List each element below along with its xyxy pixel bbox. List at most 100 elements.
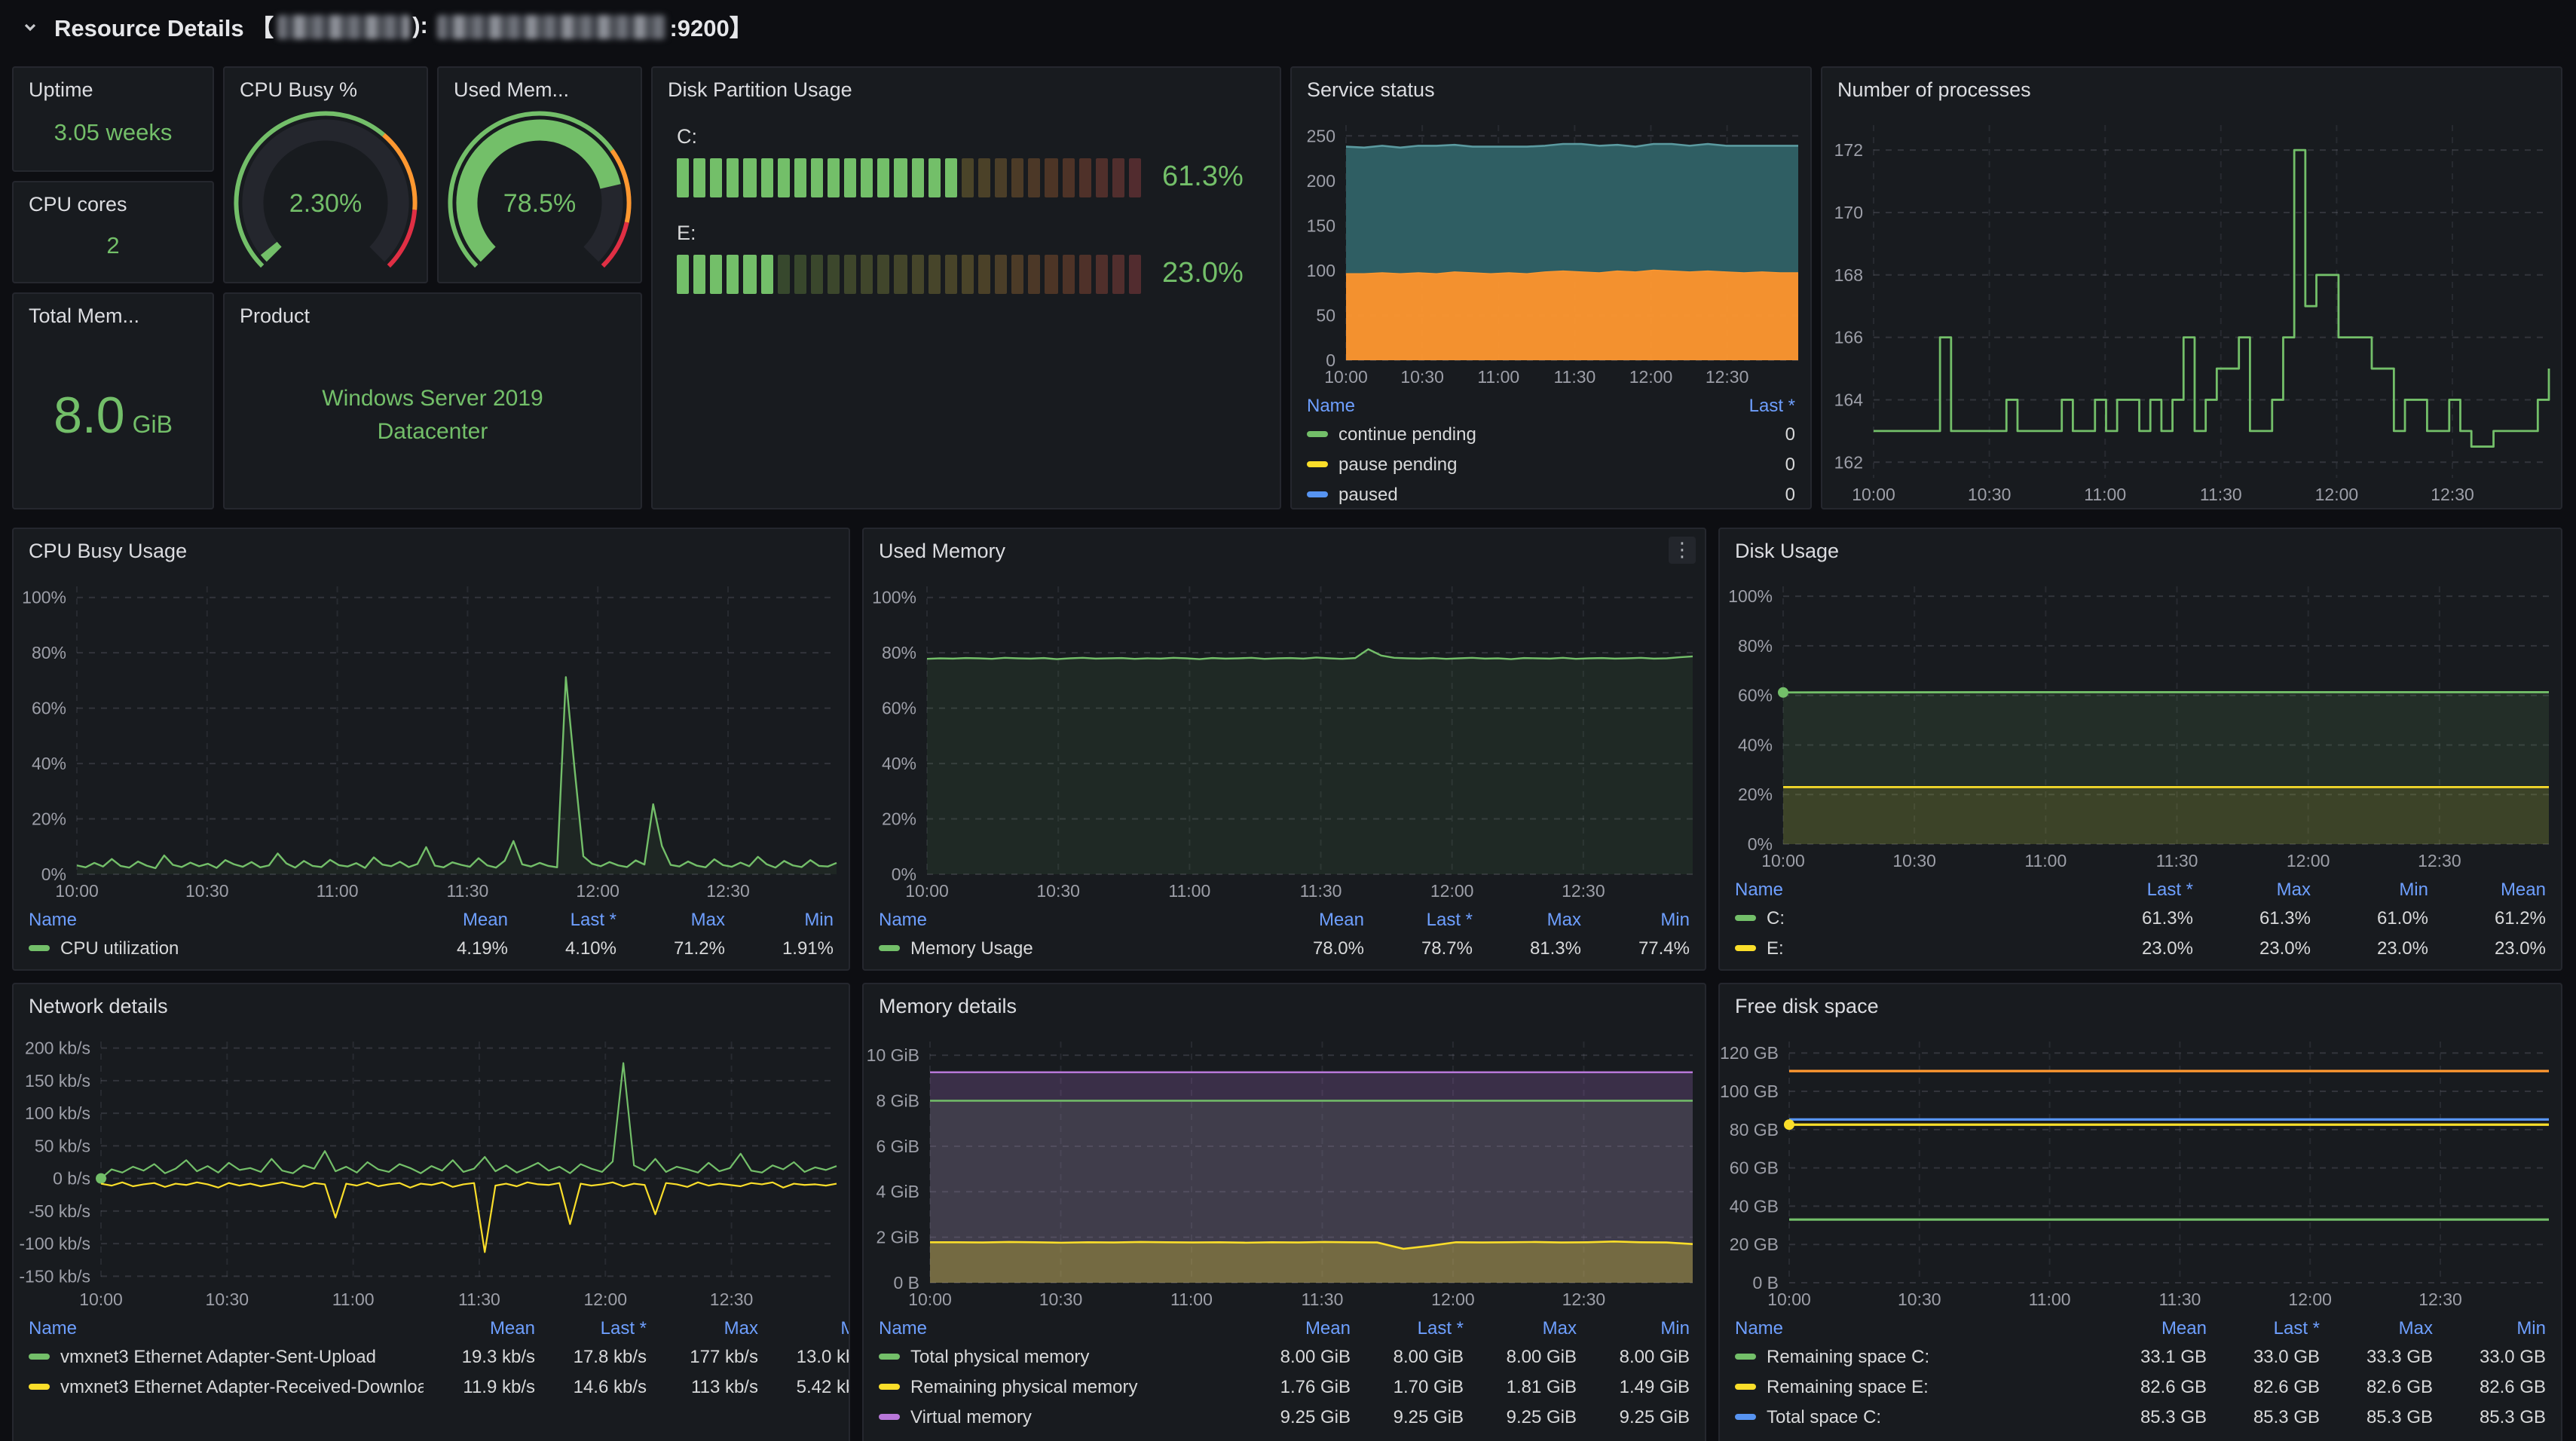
panel-title[interactable]: CPU Busy Usage <box>29 539 187 561</box>
row-title[interactable]: Resource Details 【): :9200】 <box>54 11 753 44</box>
panel-title[interactable]: Total Mem... <box>29 304 139 326</box>
legend-column-header[interactable]: Last * <box>2207 1313 2320 1342</box>
legend-column-header[interactable]: Last * <box>535 1313 647 1342</box>
legend-row[interactable]: Remaining space E:82.6 GB82.6 GB82.6 GB8… <box>1735 1372 2546 1402</box>
legend-column-header[interactable]: Max <box>2193 874 2311 903</box>
svg-text:10:30: 10:30 <box>1898 1290 1941 1309</box>
legend-row[interactable]: Virtual memory9.25 GiB9.25 GiB9.25 GiB9.… <box>879 1402 1690 1432</box>
legend-column-header[interactable]: Mean <box>2428 874 2546 903</box>
series-name[interactable]: Memory Usage <box>910 938 1033 959</box>
used-memory-chart[interactable]: 0%20%40%60%80%100%10:0010:3011:0011:3012… <box>864 571 1705 904</box>
series-name[interactable]: pause pending <box>1338 454 1458 475</box>
legend-row[interactable]: E:23.0%23.0%23.0%23.0% <box>1735 933 2546 963</box>
legend-column-header[interactable]: Min <box>1577 1313 1690 1342</box>
legend-column-header[interactable]: Last * <box>1364 904 1473 933</box>
legend-column-header[interactable]: Last * <box>1351 1313 1464 1342</box>
legend-column-header[interactable]: Min <box>758 1313 849 1342</box>
legend-row[interactable]: Remaining space C:33.1 GB33.0 GB33.3 GB3… <box>1735 1342 2546 1372</box>
row-collapse-chevron-icon[interactable] <box>18 15 42 39</box>
legend-row[interactable]: Remaining physical memory1.76 GiB1.70 Gi… <box>879 1372 1690 1402</box>
panel-title[interactable]: Memory details <box>879 994 1017 1017</box>
legend-column-header[interactable]: Mean <box>2094 1313 2207 1342</box>
legend-column-header[interactable]: Mean <box>1256 904 1364 933</box>
processes-chart[interactable]: 16216416616817017210:0010:3011:0011:3012… <box>1822 110 2561 508</box>
legend-column-header[interactable]: Last * <box>508 904 616 933</box>
series-name[interactable]: vmxnet3 Ethernet Adapter-Sent-Upload <box>60 1346 376 1367</box>
panel-title[interactable]: CPU cores <box>29 192 127 215</box>
panel-free-disk-space: Free disk space 120 GB100 GB80 GB60 GB40… <box>1718 983 2562 1441</box>
svg-text:12:30: 12:30 <box>710 1290 754 1309</box>
panel-title[interactable]: Product <box>240 304 310 326</box>
legend-column-header[interactable]: Min <box>725 904 834 933</box>
series-name[interactable]: Total physical memory <box>910 1346 1089 1367</box>
panel-title[interactable]: Free disk space <box>1735 994 1879 1017</box>
panel-menu-icon[interactable]: ⋮ <box>1669 537 1696 564</box>
free-disk-space-chart[interactable]: 120 GB100 GB80 GB60 GB40 GB20 GB0 B10:00… <box>1720 1026 2561 1313</box>
panel-title[interactable]: Disk Usage <box>1735 539 1839 561</box>
series-color-marker <box>879 1384 900 1390</box>
series-name[interactable]: Remaining space C: <box>1767 1346 1929 1367</box>
legend-row[interactable]: Total space C:85.3 GB85.3 GB85.3 GB85.3 … <box>1735 1402 2546 1432</box>
legend-value: 8.00 GiB <box>1351 1342 1464 1372</box>
legend-column-header[interactable]: Name <box>29 1313 424 1342</box>
series-name[interactable]: Remaining physical memory <box>910 1376 1137 1397</box>
series-color-marker <box>29 1354 50 1360</box>
legend-column-header[interactable]: Last * <box>2076 874 2193 903</box>
panel-title[interactable]: Network details <box>29 994 168 1017</box>
legend-row[interactable]: Memory Usage78.0%78.7%81.3%77.4% <box>879 933 1690 963</box>
legend-column-header[interactable]: Name <box>1307 390 1661 419</box>
series-name[interactable]: Remaining space E: <box>1767 1376 1929 1397</box>
legend-column-header[interactable]: Max <box>1464 1313 1577 1342</box>
panel-title[interactable]: Disk Partition Usage <box>668 78 852 100</box>
panel-title[interactable]: Number of processes <box>1837 78 2031 100</box>
svg-text:12:00: 12:00 <box>2287 851 2330 870</box>
legend-column-header[interactable]: Mean <box>424 1313 535 1342</box>
legend-row[interactable]: vmxnet3 Ethernet Adapter-Received-Downlo… <box>29 1372 849 1402</box>
legend-column-header[interactable]: Min <box>1581 904 1690 933</box>
legend-column-header[interactable]: Name <box>1735 1313 2094 1342</box>
legend-column-header[interactable]: Max <box>2320 1313 2433 1342</box>
legend-row[interactable]: CPU utilization4.19%4.10%71.2%1.91% <box>29 933 834 963</box>
panel-title[interactable]: Used Mem... <box>454 78 569 100</box>
svg-text:166: 166 <box>1834 328 1863 347</box>
legend-column-header[interactable]: Name <box>1735 874 2076 903</box>
series-color-marker <box>879 945 900 951</box>
legend-row[interactable]: C:61.3%61.3%61.0%61.2% <box>1735 903 2546 933</box>
disk-usage-chart[interactable]: 0%20%40%60%80%100%10:0010:3011:0011:3012… <box>1720 571 2561 874</box>
disk-c-bargauge <box>677 158 1141 197</box>
legend-column-header[interactable]: Name <box>879 904 1256 933</box>
legend-row[interactable]: pause pending0 <box>1307 449 1795 479</box>
series-name[interactable]: E: <box>1767 938 1784 959</box>
legend-row[interactable]: Total physical memory8.00 GiB8.00 GiB8.0… <box>879 1342 1690 1372</box>
legend-row[interactable]: vmxnet3 Ethernet Adapter-Sent-Upload19.3… <box>29 1342 849 1372</box>
series-name[interactable]: Virtual memory <box>910 1406 1032 1427</box>
legend-column-header[interactable]: Mean <box>1238 1313 1351 1342</box>
legend-column-header[interactable]: Max <box>616 904 725 933</box>
panel-title[interactable]: Used Memory <box>879 539 1005 561</box>
bargauge-cell <box>1095 158 1107 197</box>
legend-row[interactable]: paused0 <box>1307 479 1795 508</box>
legend-column-header[interactable]: Max <box>1473 904 1581 933</box>
series-name[interactable]: paused <box>1338 484 1398 505</box>
series-name[interactable]: C: <box>1767 907 1785 929</box>
legend-column-header[interactable]: Name <box>29 904 399 933</box>
service-status-chart[interactable]: 05010015020025010:0010:3011:0011:3012:00… <box>1292 110 1810 390</box>
panel-title[interactable]: CPU Busy % <box>240 78 357 100</box>
legend-column-header[interactable]: Mean <box>399 904 508 933</box>
series-name[interactable]: continue pending <box>1338 424 1476 445</box>
panel-title[interactable]: Service status <box>1307 78 1435 100</box>
cpu-busy-usage-chart[interactable]: 0%20%40%60%80%100%10:0010:3011:0011:3012… <box>14 571 849 904</box>
series-name[interactable]: Total space C: <box>1767 1406 1881 1427</box>
panel-title[interactable]: Uptime <box>29 78 93 100</box>
legend-row[interactable]: continue pending0 <box>1307 419 1795 449</box>
series-name[interactable]: vmxnet3 Ethernet Adapter-Received-Downlo… <box>60 1376 424 1397</box>
series-name[interactable]: CPU utilization <box>60 938 179 959</box>
legend-column-header[interactable]: Name <box>879 1313 1238 1342</box>
memory-details-chart[interactable]: 10 GiB8 GiB6 GiB4 GiB2 GiB0 B10:0010:301… <box>864 1026 1705 1313</box>
legend-column-header[interactable]: Last * <box>1661 390 1795 419</box>
legend-column-header[interactable]: Min <box>2433 1313 2546 1342</box>
network-details-chart[interactable]: 200 kb/s150 kb/s100 kb/s50 kb/s0 b/s-50 … <box>14 1026 849 1313</box>
legend-column-header[interactable]: Min <box>2311 874 2428 903</box>
svg-text:12:00: 12:00 <box>1430 881 1474 901</box>
legend-column-header[interactable]: Max <box>647 1313 758 1342</box>
